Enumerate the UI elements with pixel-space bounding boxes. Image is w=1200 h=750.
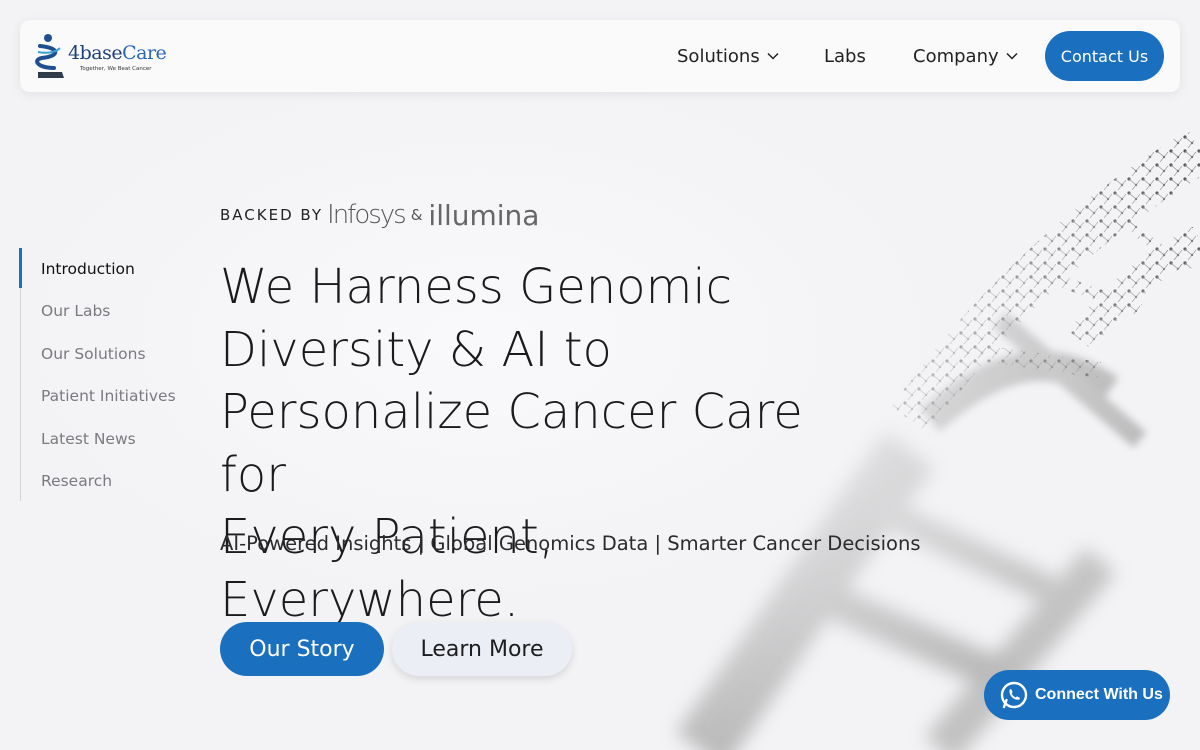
- connect-with-us-button[interactable]: Connect With Us: [984, 670, 1170, 720]
- backed-by-row: BACKED BY Infosys & illumina: [220, 198, 539, 232]
- sidenav-item-introduction[interactable]: Introduction: [41, 260, 135, 278]
- nav-company[interactable]: Company: [913, 20, 1019, 92]
- logo-wordmark: 4baseCare: [68, 42, 167, 64]
- nav-solutions-label: Solutions: [677, 45, 760, 67]
- brand-logo[interactable]: 4baseCare Together, We Beat Cancer: [34, 32, 167, 80]
- contact-us-button[interactable]: Contact Us: [1045, 31, 1164, 81]
- sidenav-item-latest-news[interactable]: Latest News: [41, 430, 136, 448]
- sidenav-item-our-solutions[interactable]: Our Solutions: [41, 345, 146, 363]
- headline-line: Diversity & AI to: [220, 321, 612, 378]
- ampersand: &: [410, 206, 423, 224]
- headline-line: Personalize Cancer Care for: [220, 384, 803, 503]
- backed-by-label: BACKED BY: [220, 206, 324, 224]
- our-story-button[interactable]: Our Story: [220, 622, 384, 676]
- active-indicator: [19, 248, 22, 288]
- nav-labs[interactable]: Labs: [824, 20, 866, 92]
- hero-subtitle: AI-Powered Insights | Global Genomics Da…: [220, 532, 921, 555]
- infosys-logo: Infosys: [327, 200, 407, 230]
- sidenav-item-research[interactable]: Research: [41, 472, 112, 490]
- logo-mark-icon: [35, 34, 64, 78]
- section-sidenav: Introduction Our Labs Our Solutions Pati…: [19, 248, 191, 501]
- hero-headline: We Harness Genomic Diversity & AI to Per…: [220, 256, 860, 631]
- nav-company-label: Company: [913, 45, 999, 67]
- headline-line: Every Patient, Everywhere.: [220, 509, 555, 628]
- learn-more-button[interactable]: Learn More: [392, 622, 572, 676]
- connect-with-us-label: Connect With Us: [1035, 686, 1163, 703]
- chevron-down-icon: [767, 52, 779, 60]
- logo-tagline: Together, We Beat Cancer: [80, 66, 152, 72]
- illumina-logo: illumina: [428, 198, 540, 232]
- whatsapp-icon: [1000, 681, 1028, 709]
- sidenav-item-patient-initiatives[interactable]: Patient Initiatives: [41, 387, 176, 405]
- chevron-down-icon: [1006, 52, 1018, 60]
- nav-labs-label: Labs: [824, 45, 866, 67]
- nav-solutions[interactable]: Solutions: [677, 20, 780, 92]
- headline-line: We Harness Genomic: [220, 259, 733, 315]
- top-navbar: 4baseCare Together, We Beat Cancer Solut…: [20, 20, 1180, 92]
- sidenav-item-our-labs[interactable]: Our Labs: [41, 302, 110, 320]
